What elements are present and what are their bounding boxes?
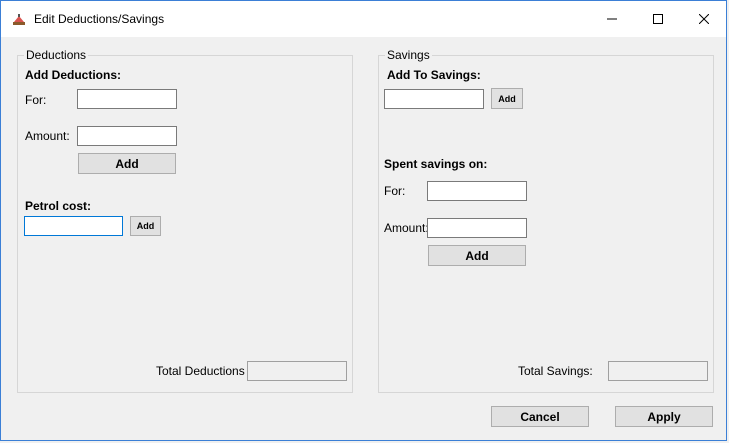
total-deductions-field — [247, 361, 347, 381]
total-savings-label: Total Savings: — [518, 364, 593, 378]
app-icon — [11, 12, 27, 28]
maximize-button[interactable] — [635, 1, 681, 37]
cancel-button[interactable]: Cancel — [491, 406, 589, 427]
spent-amount-label: Amount: — [384, 221, 429, 235]
add-to-savings-input[interactable] — [384, 89, 484, 109]
apply-button[interactable]: Apply — [615, 406, 713, 427]
add-spent-savings-button[interactable]: Add — [428, 245, 526, 266]
add-deductions-heading: Add Deductions: — [25, 68, 121, 82]
close-button[interactable] — [681, 1, 727, 37]
deduction-for-input[interactable] — [77, 89, 177, 109]
close-icon — [699, 14, 709, 24]
add-petrol-cost-button[interactable]: Add — [130, 216, 161, 236]
total-savings-field — [608, 361, 708, 381]
deduction-amount-label: Amount: — [25, 129, 70, 143]
deductions-group-title: Deductions — [24, 48, 89, 62]
total-deductions-label: Total Deductions — [156, 364, 245, 378]
title-bar[interactable]: Edit Deductions/Savings — [1, 1, 726, 37]
petrol-cost-heading: Petrol cost: — [25, 199, 92, 213]
spent-savings-heading: Spent savings on: — [384, 157, 488, 171]
window-title: Edit Deductions/Savings — [34, 12, 165, 26]
deduction-amount-input[interactable] — [77, 126, 177, 146]
add-to-savings-heading: Add To Savings: — [387, 68, 481, 82]
savings-group-title: Savings — [385, 48, 432, 62]
maximize-icon — [653, 14, 663, 24]
spent-for-label: For: — [384, 184, 406, 198]
deduction-for-label: For: — [25, 93, 47, 107]
petrol-cost-input[interactable] — [24, 216, 123, 236]
add-deduction-button[interactable]: Add — [78, 153, 176, 174]
spent-for-input[interactable] — [427, 181, 527, 201]
spent-amount-input[interactable] — [427, 218, 527, 238]
minimize-icon — [607, 18, 617, 20]
minimize-button[interactable] — [589, 1, 635, 37]
dialog-window: Edit Deductions/Savings Deductions Add D… — [0, 0, 727, 441]
add-to-savings-button[interactable]: Add — [491, 88, 523, 109]
